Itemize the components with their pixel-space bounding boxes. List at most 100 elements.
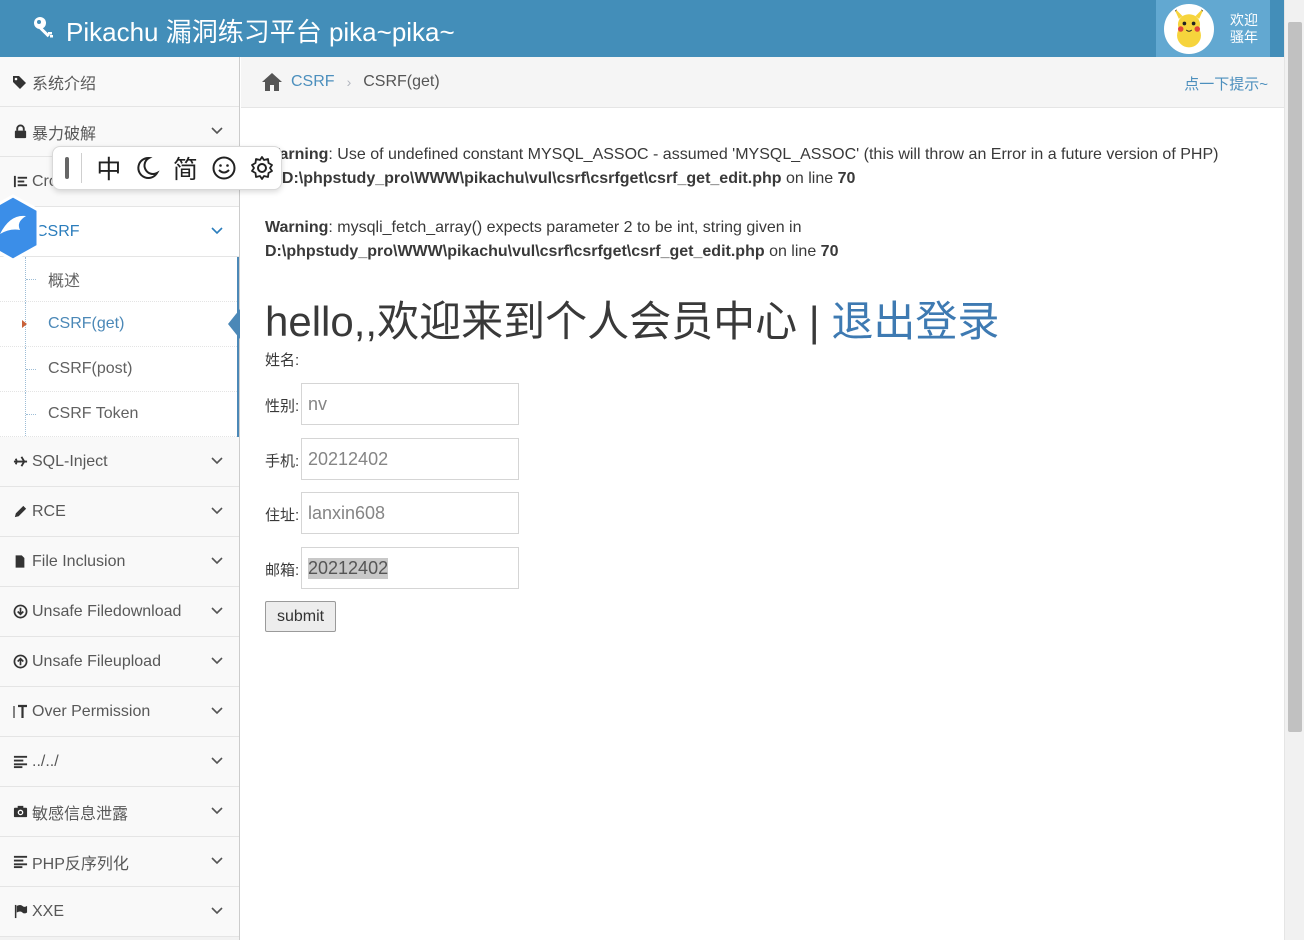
sidebar-item-label: Unsafe Filedownload — [32, 602, 182, 620]
page-title: hello,,欢迎来到个人会员中心 | 退出登录 — [265, 288, 999, 349]
caret-right-icon — [22, 320, 27, 328]
warning-line-number: 70 — [837, 170, 856, 187]
ime-simplified-button[interactable]: 简 — [166, 148, 204, 188]
list-icon — [11, 173, 29, 191]
page-scrollbar[interactable] — [1284, 0, 1304, 940]
sidebar-item-label: 敏感信息泄露 — [32, 805, 129, 823]
warning-on-line: on line — [769, 243, 817, 260]
sidebar-item-label: PHP反序列化 — [32, 855, 129, 873]
submenu-item-overview[interactable]: 概述 — [0, 257, 237, 302]
warning-path: D:\phpstudy_pro\WWW\pikachu\vul\csrf\csr… — [281, 170, 782, 187]
chevron-down-icon — [211, 127, 223, 135]
settings-gear-icon[interactable] — [243, 148, 281, 188]
scrollbar-thumb[interactable] — [1288, 22, 1302, 732]
submit-button[interactable]: submit — [265, 601, 336, 632]
email-field[interactable]: 20212402 — [301, 547, 519, 589]
sidebar-item-label: XXE — [32, 902, 65, 920]
align-left-icon — [11, 853, 29, 871]
sidebar-item-file-inclusion[interactable]: File Inclusion — [0, 537, 239, 587]
logout-link[interactable]: 退出登录 — [831, 298, 999, 345]
sidebar-item-label: RCE — [32, 502, 66, 520]
plane-icon — [11, 453, 29, 471]
submenu-label: CSRF(get) — [48, 315, 125, 332]
breadcrumb: CSRF › CSRF(get) 点一下提示~ — [241, 57, 1284, 108]
sidebar-item-sqli[interactable]: SQL-Inject — [0, 437, 239, 487]
hint-link[interactable]: 点一下提示~ — [1184, 73, 1268, 94]
camera-icon — [11, 803, 29, 821]
warning-path: D:\phpstudy_pro\WWW\pikachu\vul\csrf\csr… — [265, 243, 765, 260]
breadcrumb-separator: › — [346, 74, 352, 90]
gender-value: nv — [308, 393, 328, 414]
chevron-down-icon — [211, 607, 223, 615]
sidebar-item-label: ../../ — [32, 752, 59, 770]
phone-label: 手机: — [265, 453, 300, 470]
sidebar-item-label: 系统介绍 — [32, 75, 97, 93]
phone-field[interactable]: 20212402 — [301, 438, 519, 480]
chevron-down-icon — [211, 557, 223, 565]
user-menu[interactable]: 欢迎 骚年 — [1156, 0, 1270, 57]
top-navbar: Pikachu 漏洞练习平台 pika~pika~ 欢迎 骚年 — [0, 0, 1304, 57]
warning-label: Warning — [265, 219, 329, 236]
ime-divider — [80, 153, 82, 183]
flag-icon — [11, 903, 29, 921]
active-pointer — [228, 309, 240, 339]
download-circle-icon — [11, 603, 29, 621]
app-title: Pikachu 漏洞练习平台 pika~pika~ — [66, 17, 455, 47]
chevron-down-icon — [211, 707, 223, 715]
submenu-item-csrf-token[interactable]: CSRF Token — [0, 392, 237, 437]
chevron-down-icon — [211, 907, 223, 915]
sidebar-item-dir-traversal[interactable]: ../../ — [0, 737, 239, 787]
upload-circle-icon — [11, 653, 29, 671]
pencil-icon — [11, 503, 29, 521]
sidebar-item-intro[interactable]: 系统介绍 — [0, 57, 239, 107]
chevron-down-icon — [211, 807, 223, 815]
moon-icon[interactable] — [128, 148, 166, 188]
sidebar-item-info-leak[interactable]: 敏感信息泄露 — [0, 787, 239, 837]
warning-message: : mysqli_fetch_array() expects parameter… — [328, 219, 802, 236]
address-value: lanxin608 — [308, 502, 386, 523]
file-icon — [11, 553, 29, 571]
key-icon — [32, 15, 56, 46]
floating-assistant-icon[interactable] — [0, 194, 40, 262]
ime-chinese-mode-button[interactable]: 中 — [90, 148, 128, 188]
chevron-down-icon — [211, 657, 223, 665]
chevron-down-icon — [211, 227, 223, 235]
name-label: 姓名: — [265, 352, 300, 369]
sidebar-item-php-unserialize[interactable]: PHP反序列化 — [0, 837, 239, 887]
sidebar-item-label: CSRF — [36, 222, 80, 240]
php-warning-2: Warning: mysqli_fetch_array() expects pa… — [265, 216, 1265, 264]
chevron-down-icon — [211, 857, 223, 865]
gender-field[interactable]: nv — [301, 383, 519, 425]
warning-message: : Use of undefined constant MYSQL_ASSOC … — [328, 146, 1219, 163]
sidebar-item-over-permission[interactable]: Over Permission — [0, 687, 239, 737]
gender-label: 性别: — [265, 398, 300, 415]
brand[interactable]: Pikachu 漏洞练习平台 pika~pika~ — [32, 12, 455, 49]
sidebar-item-rce[interactable]: RCE — [0, 487, 239, 537]
sidebar-item-label: File Inclusion — [32, 552, 126, 570]
submenu-label: CSRF(post) — [48, 360, 133, 377]
email-label: 邮箱: — [265, 562, 300, 579]
sidebar-item-label: SQL-Inject — [32, 452, 108, 470]
submenu-item-csrf-post[interactable]: CSRF(post) — [0, 347, 237, 392]
sidebar-item-filedownload[interactable]: Unsafe Filedownload — [0, 587, 239, 637]
csrf-submenu: 概述 CSRF(get) CSRF(post) CSRF Token — [0, 257, 240, 437]
sidebar-item-label: Unsafe Fileupload — [32, 652, 161, 670]
home-icon[interactable] — [261, 72, 283, 92]
align-left-icon — [11, 753, 29, 771]
sidebar-item-xxe[interactable]: XXE — [0, 887, 239, 937]
submenu-label: CSRF Token — [48, 405, 139, 422]
sidebar-item-fileupload[interactable]: Unsafe Fileupload — [0, 637, 239, 687]
breadcrumb-link-csrf[interactable]: CSRF — [291, 73, 335, 91]
submenu-item-csrf-get[interactable]: CSRF(get) — [0, 302, 240, 347]
text-height-icon — [11, 703, 29, 721]
chevron-down-icon — [211, 457, 223, 465]
avatar — [1164, 3, 1214, 54]
breadcrumb-current: CSRF(get) — [363, 73, 440, 90]
email-value: 20212402 — [308, 557, 389, 579]
drag-handle[interactable] — [65, 157, 69, 179]
address-label: 住址: — [265, 507, 300, 524]
address-field[interactable]: lanxin608 — [301, 492, 519, 534]
warning-on-line: on line — [785, 170, 834, 187]
phone-value: 20212402 — [308, 448, 389, 469]
emoji-icon[interactable] — [205, 148, 243, 188]
